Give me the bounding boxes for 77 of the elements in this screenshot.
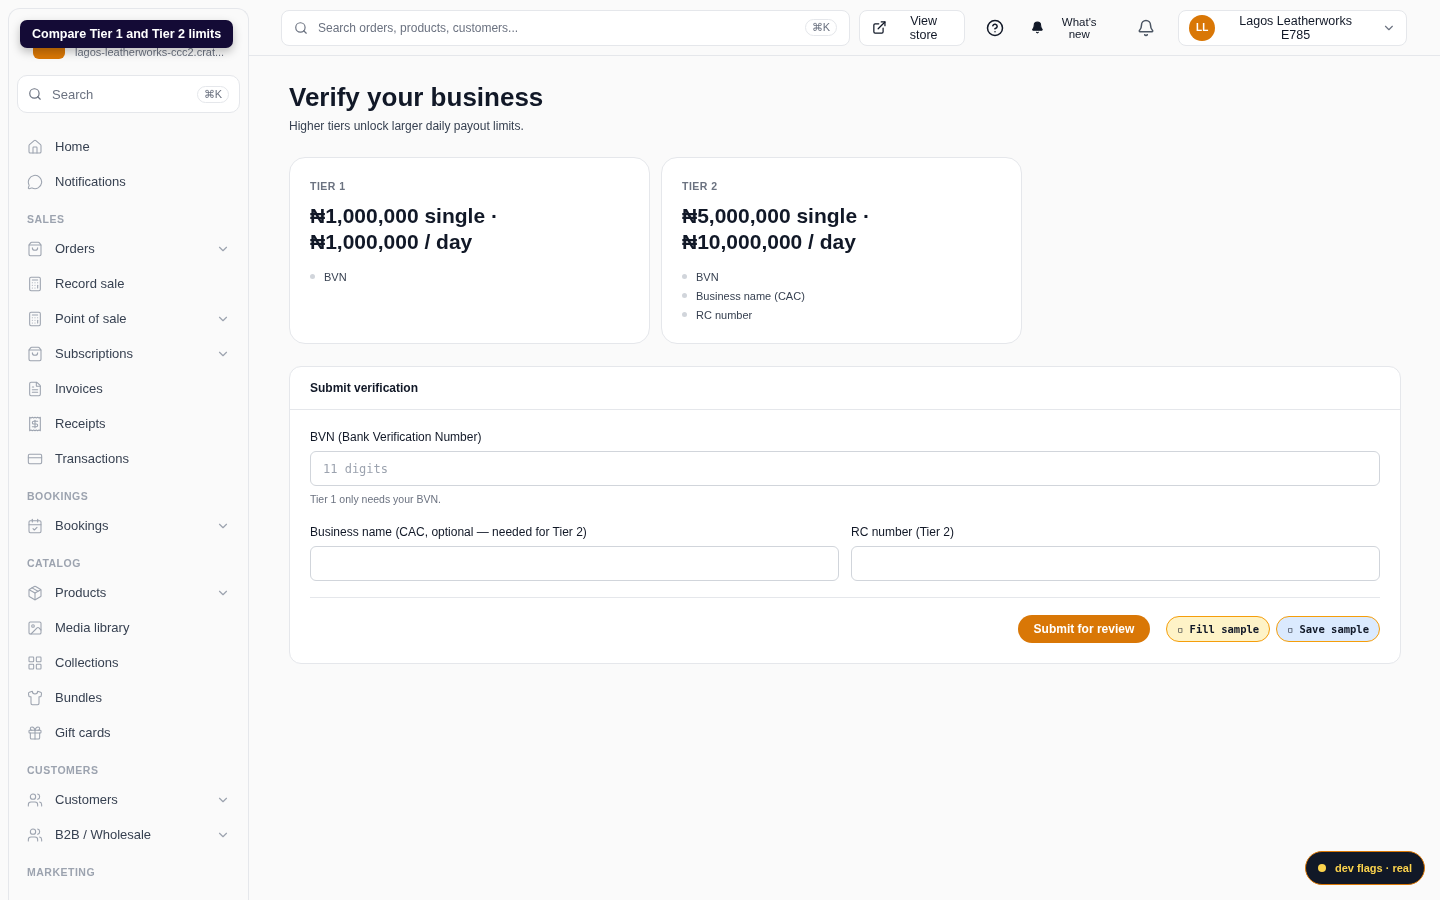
users-icon	[27, 826, 43, 843]
whats-new-button[interactable]: What's new	[1025, 9, 1115, 46]
bullet-dot	[310, 274, 315, 279]
section-title: BOOKINGS	[26, 489, 90, 504]
nav-item[interactable]: Media library	[17, 610, 240, 645]
nav-item[interactable]: Subscriptions	[17, 336, 240, 371]
gift-icon	[27, 724, 43, 741]
sample-button[interactable]: ▫ Save sample	[1276, 616, 1380, 642]
home-icon	[27, 138, 43, 155]
nav-item[interactable]: Transactions	[17, 441, 240, 476]
document-icon	[27, 380, 43, 397]
bullet-dot	[682, 312, 687, 317]
grid-icon	[27, 654, 43, 671]
requirement: Business name (CAC)	[696, 289, 805, 302]
nav-item[interactable]: Record sale	[17, 266, 240, 301]
external-link-icon	[872, 20, 887, 35]
bell-icon	[1031, 21, 1045, 34]
bell-icon	[1137, 18, 1156, 37]
page-title: Verify your business	[289, 82, 545, 113]
chat-icon	[27, 173, 43, 190]
help-icon	[986, 18, 1005, 37]
nav-item[interactable]: Point of sale	[17, 301, 240, 336]
nav-item[interactable]: Receipts	[17, 406, 240, 441]
section-title: MARKETING	[26, 865, 97, 880]
dev-flags-badge[interactable]: dev flags · real	[1304, 851, 1425, 885]
users-icon	[27, 791, 43, 808]
field-label: BVN (Bank Verification Number)	[310, 430, 483, 444]
calculator-icon	[27, 310, 43, 327]
section-title: SALES	[26, 212, 66, 227]
bag-icon	[27, 345, 43, 362]
bag-icon	[27, 240, 43, 257]
store-url: lagos-leatherworks-ccc2.crat...	[75, 46, 225, 59]
field-label: Business name (CAC, optional — needed for Tier 2)	[310, 525, 588, 539]
tier-limits: ₦1,000,000 single · ₦1,000,000 / day	[310, 203, 499, 255]
shirt-icon	[27, 689, 43, 706]
bullet-dot	[682, 274, 687, 279]
image-icon	[27, 619, 43, 636]
nav-item[interactable]: Bundles	[17, 680, 240, 715]
rc-number-field[interactable]	[851, 546, 1380, 581]
bullet-dot	[682, 293, 687, 298]
nav-item[interactable]: Orders	[17, 231, 240, 266]
avatar: LL	[1189, 14, 1215, 41]
view-store-button[interactable]: View store	[859, 9, 966, 46]
requirement: BVN	[324, 270, 347, 283]
nav-item[interactable]: Notifications	[17, 164, 240, 199]
search-field[interactable]: Search ⌘K	[17, 75, 240, 113]
calendar-icon	[27, 517, 43, 534]
search-field[interactable]: Search orders, products, customers... ⌘K	[281, 9, 851, 46]
requirement: BVN	[696, 270, 719, 283]
section-title: CATALOG	[26, 556, 82, 571]
tier-limits: ₦5,000,000 single · ₦10,000,000 / day	[682, 203, 871, 255]
tier-label: TIER 2	[682, 180, 719, 192]
nav-item[interactable]: Home	[17, 129, 240, 164]
receipt-icon	[27, 415, 43, 432]
search-icon	[28, 87, 42, 101]
requirement: RC number	[696, 308, 753, 321]
field-label: RC number (Tier 2)	[851, 525, 955, 539]
search-icon	[294, 20, 308, 35]
box-icon	[27, 584, 43, 601]
nav-item[interactable]: Invoices	[17, 371, 240, 406]
nav-item[interactable]: Bookings	[17, 508, 240, 543]
account-menu[interactable]: LL Lagos Leatherworks E785	[1178, 9, 1407, 46]
field-hint: Tier 1 only needs your BVN.	[310, 493, 442, 505]
nav-item[interactable]: Products	[17, 575, 240, 610]
nav-item[interactable]: Customers	[17, 782, 240, 817]
section-title: CUSTOMERS	[26, 763, 100, 778]
nav-item[interactable]: Collections	[17, 645, 240, 680]
sample-button[interactable]: ▫ Fill sample	[1166, 616, 1271, 642]
calculator-icon	[27, 275, 43, 292]
tooltip: Compare Tier 1 and Tier 2 limits	[20, 20, 234, 48]
bvn-field[interactable]: 11 digits	[310, 451, 1380, 486]
page-subtitle: Higher tiers unlock larger daily payout limits.	[289, 119, 525, 133]
tier-label: TIER 1	[310, 180, 347, 192]
form-title: Submit verification	[290, 367, 1400, 410]
business-name-field[interactable]	[310, 546, 839, 581]
nav-item[interactable]: Gift cards	[17, 715, 240, 750]
nav-item[interactable]: B2B / Wholesale	[17, 817, 240, 852]
